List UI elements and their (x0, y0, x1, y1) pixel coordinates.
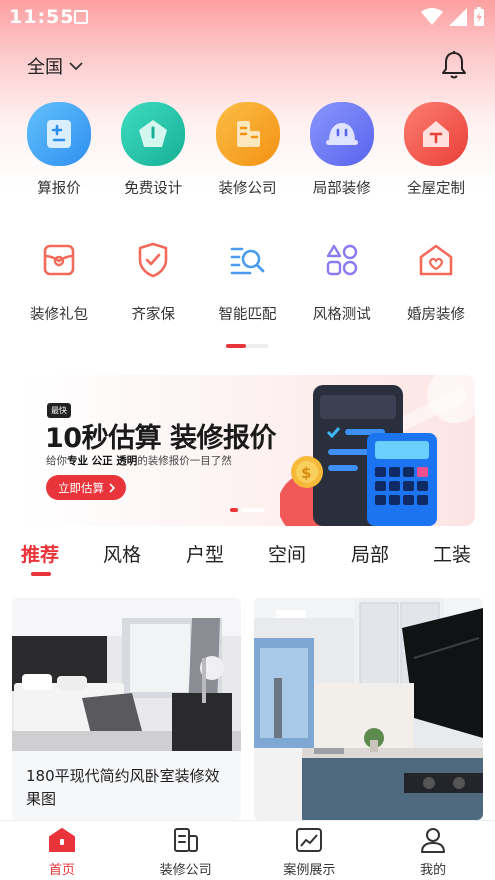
case-image-bedroom (12, 598, 241, 751)
wifi-icon (421, 8, 443, 25)
case-title: 180平现代简约风卧室装修效果图 (26, 767, 220, 808)
tab-style[interactable]: 风格 (103, 540, 141, 567)
service-label: 局部装修 (312, 181, 371, 197)
service-label: 免费设计 (124, 181, 183, 197)
nav-company[interactable]: 装修公司 (124, 821, 248, 880)
gift-icon (37, 238, 81, 282)
status-icons (421, 7, 485, 27)
service-label: 智能匹配 (218, 307, 277, 323)
tab-layout[interactable]: 户型 (186, 540, 224, 567)
grid-page-indicator (226, 344, 268, 348)
nav-label: 案例展示 (283, 863, 336, 878)
location-selector[interactable]: 全国 (27, 53, 83, 79)
tab-commercial[interactable]: 工装 (433, 540, 471, 567)
promo-banner[interactable]: $ 最快 10秒估算 装修报价 给你专业 公正 透明的装修报价一目了然 立即估算 (20, 375, 475, 526)
location-label: 全国 (27, 57, 63, 78)
banner-illustration: $ (280, 375, 475, 526)
battery-icon (474, 7, 484, 26)
header: 全国 (0, 48, 495, 84)
nav-label: 首页 (48, 863, 75, 878)
service-gift[interactable]: 装修礼包 (12, 238, 106, 324)
company-icon (215, 102, 280, 166)
category-tabs: 推荐 风格 户型 空间 局部 工装 (0, 540, 495, 580)
helmet-icon (309, 102, 374, 166)
service-quote[interactable]: 算报价 (12, 102, 106, 198)
estimate-button-label: 立即估算 (58, 480, 104, 495)
tab-space[interactable]: 空间 (268, 540, 306, 567)
design-icon (121, 102, 186, 166)
service-label: 装修公司 (218, 181, 277, 197)
service-free-design[interactable]: 免费设计 (106, 102, 200, 198)
service-company[interactable]: 装修公司 (201, 102, 295, 198)
user-icon (421, 828, 446, 853)
active-tab-indicator (31, 572, 51, 576)
bottom-navigation: 首页 装修公司 案例展示 我的 (0, 820, 495, 880)
signal-icon (449, 8, 467, 26)
nav-cases[interactable]: 案例展示 (248, 821, 372, 880)
case-card[interactable] (254, 598, 483, 820)
banner-subtitle: 给你专业 公正 透明的装修报价一目了然 (46, 455, 232, 467)
banner-page-indicator (230, 508, 265, 512)
notification-icon (74, 10, 88, 24)
shapes-icon (320, 238, 364, 282)
company-doc-icon (173, 828, 198, 852)
nav-label: 装修公司 (159, 863, 212, 878)
service-style-test[interactable]: 风格测试 (295, 238, 389, 324)
estimate-button[interactable]: 立即估算 (46, 475, 126, 500)
shield-icon (131, 238, 175, 282)
status-time: 11:55 (9, 6, 75, 28)
service-label: 算报价 (37, 181, 81, 197)
tab-partial[interactable]: 局部 (351, 540, 389, 567)
main-services-grid: 算报价 免费设计 装修公司 局部装修 全屋定制 (12, 102, 483, 198)
tab-recommend[interactable]: 推荐 (21, 540, 59, 567)
chevron-down-icon (69, 62, 83, 71)
home-icon (48, 828, 75, 852)
nav-home[interactable]: 首页 (0, 821, 124, 880)
gallery-icon (296, 828, 323, 852)
case-image-kitchen (254, 598, 483, 820)
case-card[interactable]: 180平现代简约风卧室装修效果图 (12, 598, 241, 820)
secondary-services-grid: 装修礼包 齐家保 智能匹配 风格测试 婚房装修 (12, 238, 483, 324)
svg-text:$: $ (301, 464, 311, 482)
service-label: 风格测试 (312, 307, 371, 323)
house-icon (404, 102, 468, 166)
service-label: 全屋定制 (407, 181, 465, 197)
service-insurance[interactable]: 齐家保 (106, 238, 200, 324)
match-search-icon (226, 238, 270, 282)
service-label: 装修礼包 (30, 307, 88, 323)
service-smart-match[interactable]: 智能匹配 (201, 238, 295, 324)
bell-icon[interactable] (441, 50, 467, 80)
banner-title: 10秒估算 装修报价 (45, 423, 276, 454)
calculator-icon (27, 102, 91, 166)
service-label: 婚房装修 (407, 307, 465, 323)
chevron-right-icon (109, 482, 116, 493)
status-bar: 11:55 (0, 0, 495, 34)
service-label: 齐家保 (131, 307, 176, 323)
heart-house-icon (414, 238, 458, 282)
service-custom[interactable]: 全屋定制 (389, 102, 483, 198)
service-wedding[interactable]: 婚房装修 (389, 238, 483, 324)
service-partial[interactable]: 局部装修 (295, 102, 389, 198)
nav-label: 我的 (420, 863, 447, 878)
nav-mine[interactable]: 我的 (371, 821, 495, 880)
